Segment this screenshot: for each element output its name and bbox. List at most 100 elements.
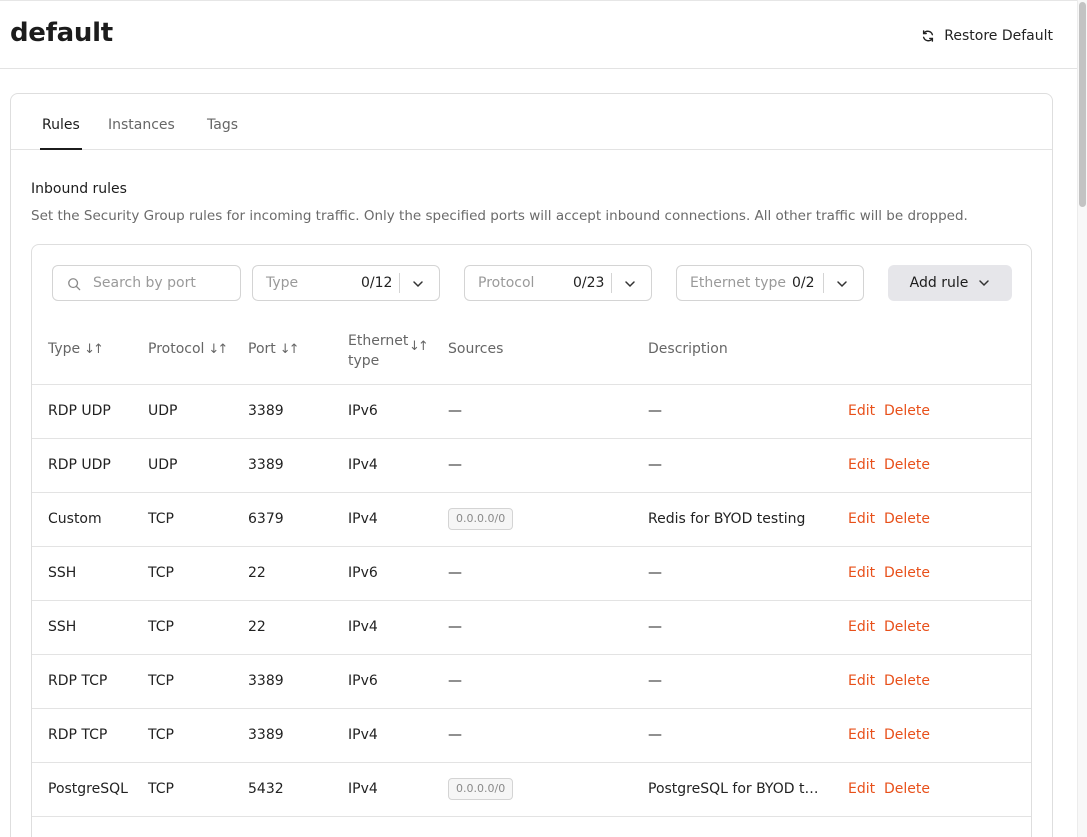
ethernet-filter-label: Ethernet type	[690, 275, 787, 291]
column-type-header[interactable]: Type ↓↑	[48, 341, 104, 357]
cell-protocol: TCP	[148, 727, 174, 743]
cell-port: 3389	[248, 403, 284, 419]
protocol-filter-count: 0/23	[573, 275, 605, 291]
table-row: SSH TCP 22 IPv4 — — Edit Delete	[32, 601, 1031, 655]
sort-icon: ↓↑	[208, 341, 228, 357]
cell-description: —	[648, 565, 662, 581]
edit-button[interactable]: Edit	[848, 403, 875, 419]
table-header: Type ↓↑ Protocol ↓↑ Port ↓↑ Ethernet typ…	[32, 321, 1031, 385]
cell-ethernet-type: IPv4	[348, 457, 378, 473]
cell-type: RDP TCP	[48, 727, 108, 743]
cell-protocol: TCP	[148, 565, 174, 581]
cell-protocol: TCP	[148, 673, 174, 689]
source-cidr-badge: 0.0.0.0/0	[448, 508, 514, 530]
cell-sources: —	[448, 457, 462, 473]
rules-table-panel: Type 0/12 Protocol 0/23 Ethernet type 0/…	[31, 244, 1032, 837]
inbound-rules-description: Set the Security Group rules for incomin…	[31, 208, 968, 224]
tab-rules[interactable]: Rules	[42, 117, 80, 133]
edit-button[interactable]: Edit	[848, 511, 875, 527]
scrollbar-thumb[interactable]	[1079, 2, 1086, 207]
cell-ethernet-type: IPv4	[348, 619, 378, 635]
cell-ethernet-type: IPv4	[348, 727, 378, 743]
delete-button[interactable]: Delete	[884, 673, 930, 689]
cell-port: 22	[248, 565, 266, 581]
column-protocol-header[interactable]: Protocol ↓↑	[148, 341, 228, 357]
column-ethernet-type-header[interactable]: Ethernet type	[348, 331, 408, 371]
edit-button[interactable]: Edit	[848, 457, 875, 473]
column-label: Port	[248, 341, 276, 357]
edit-button[interactable]: Edit	[848, 673, 875, 689]
type-filter-select[interactable]: Type 0/12	[252, 265, 440, 301]
cell-type: PostgreSQL	[48, 781, 128, 797]
add-rule-button[interactable]: Add rule	[888, 265, 1012, 301]
cell-sources: —	[448, 619, 462, 635]
cell-description: —	[648, 619, 662, 635]
cell-protocol: TCP	[148, 511, 174, 527]
delete-button[interactable]: Delete	[884, 457, 930, 473]
cell-description: —	[648, 727, 662, 743]
tab-tags[interactable]: Tags	[207, 117, 238, 133]
delete-button[interactable]: Delete	[884, 727, 930, 743]
cell-type: SSH	[48, 565, 77, 581]
table-row: RDP UDP UDP 3389 IPv4 — — Edit Delete	[32, 439, 1031, 493]
cell-port: 3389	[248, 673, 284, 689]
source-cidr-badge: 0.0.0.0/0	[448, 778, 514, 800]
restore-default-button[interactable]: Restore Default	[921, 25, 1053, 47]
delete-button[interactable]: Delete	[884, 565, 930, 581]
page-scrollbar[interactable]	[1077, 0, 1087, 837]
type-filter-label: Type	[266, 275, 299, 291]
ethernet-type-filter-select[interactable]: Ethernet type 0/2	[676, 265, 864, 301]
chevron-down-icon	[979, 280, 990, 287]
divider	[399, 273, 400, 293]
column-label: Sources	[448, 341, 504, 357]
delete-button[interactable]: Delete	[884, 781, 930, 797]
cell-port: 6379	[248, 511, 284, 527]
cell-type: RDP UDP	[48, 403, 111, 419]
column-description-header: Description	[648, 341, 728, 357]
chevron-down-icon	[413, 281, 423, 288]
sort-icon[interactable]: ↓↑	[409, 339, 429, 354]
cell-type: Custom	[48, 511, 102, 527]
edit-button[interactable]: Edit	[848, 619, 875, 635]
search-by-port[interactable]	[52, 265, 241, 301]
tab-instances[interactable]: Instances	[108, 117, 175, 133]
cell-protocol: UDP	[148, 403, 178, 419]
cell-ethernet-type: IPv4	[348, 781, 378, 797]
restore-default-label: Restore Default	[944, 28, 1053, 44]
search-icon	[68, 278, 81, 291]
tab-bar: Rules Instances Tags	[11, 94, 1052, 150]
cell-port: 22	[248, 619, 266, 635]
edit-button[interactable]: Edit	[848, 565, 875, 581]
cell-protocol: TCP	[148, 781, 174, 797]
cell-ethernet-type: IPv6	[348, 403, 378, 419]
search-input[interactable]	[93, 275, 233, 291]
cell-description: —	[648, 673, 662, 689]
chevron-down-icon	[625, 281, 635, 288]
table-row: SSH TCP 22 IPv6 — — Edit Delete	[32, 547, 1031, 601]
cell-ethernet-type: IPv6	[348, 565, 378, 581]
cell-description: Redis for BYOD testing	[648, 511, 806, 527]
delete-button[interactable]: Delete	[884, 403, 930, 419]
security-group-card: Rules Instances Tags Inbound rules Set t…	[10, 93, 1053, 837]
cell-protocol: TCP	[148, 619, 174, 635]
cell-port: 5432	[248, 781, 284, 797]
active-tab-indicator	[40, 148, 82, 150]
column-label-line2: type	[348, 353, 380, 369]
cell-port: 3389	[248, 727, 284, 743]
delete-button[interactable]: Delete	[884, 619, 930, 635]
cell-ethernet-type: IPv4	[348, 511, 378, 527]
divider	[823, 273, 824, 293]
table-row: PostgreSQL TCP 5432 IPv4 0.0.0.0/0 PostgreSQL…	[32, 763, 1031, 817]
cell-sources: —	[448, 673, 462, 689]
protocol-filter-label: Protocol	[478, 275, 535, 291]
edit-button[interactable]: Edit	[848, 727, 875, 743]
cell-type: RDP UDP	[48, 457, 111, 473]
column-sources-header: Sources	[448, 341, 503, 357]
cell-description: —	[648, 457, 662, 473]
cell-type: SSH	[48, 619, 77, 635]
page-title: default	[10, 18, 113, 48]
edit-button[interactable]: Edit	[848, 781, 875, 797]
protocol-filter-select[interactable]: Protocol 0/23	[464, 265, 652, 301]
column-port-header[interactable]: Port ↓↑	[248, 341, 300, 357]
delete-button[interactable]: Delete	[884, 511, 930, 527]
